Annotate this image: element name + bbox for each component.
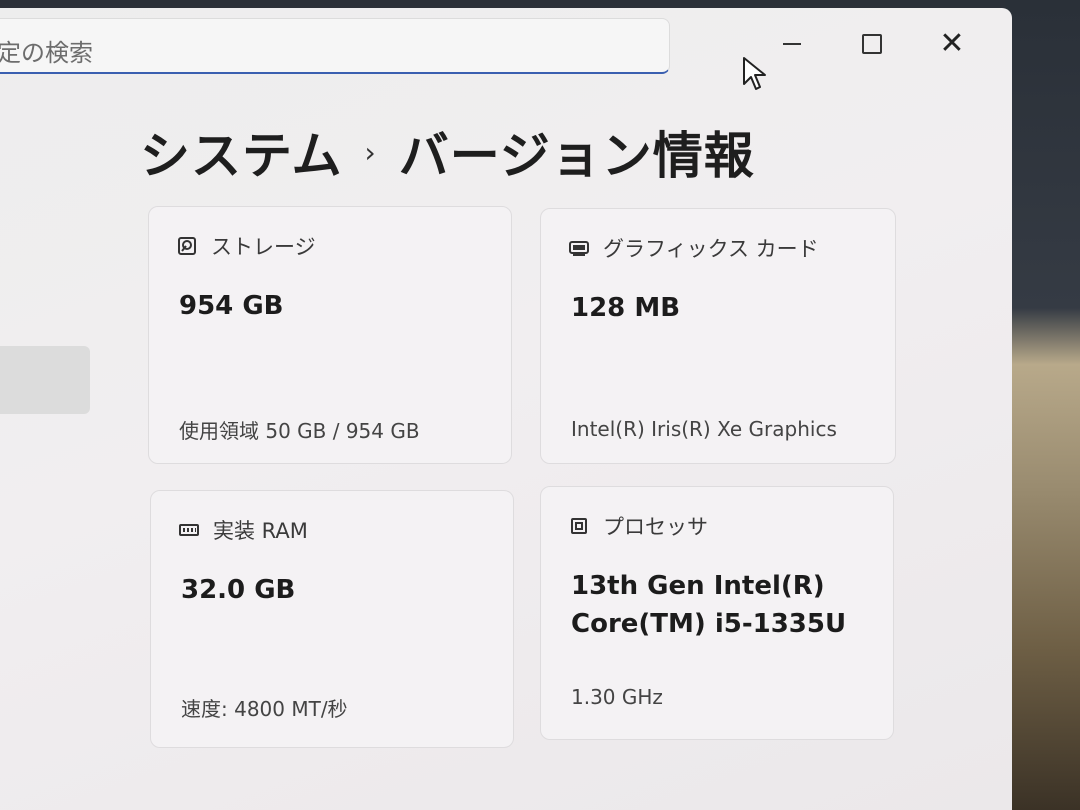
card-detail: 速度: 4800 MT/秒 <box>181 697 348 721</box>
minimize-icon <box>783 43 801 45</box>
search-placeholder: 定の検索 <box>0 39 93 67</box>
search-input[interactable]: 定の検索 <box>0 18 670 74</box>
card-label: プロセッサ <box>603 515 708 539</box>
card-value-line2: Core(TM) i5-1335U <box>571 609 847 639</box>
mouse-cursor-icon <box>743 57 766 90</box>
sidebar-item-selected[interactable] <box>0 346 90 414</box>
window-controls: ✕ <box>752 22 992 66</box>
card-value: 954 GB <box>179 291 284 321</box>
card-detail: 使用領域 50 GB / 954 GB <box>179 419 420 443</box>
card-header: ストレージ <box>177 231 316 261</box>
card-value: 128 MB <box>571 293 681 323</box>
close-button[interactable]: ✕ <box>912 22 992 66</box>
graphics-card[interactable]: グラフィックス カード 128 MB Intel(R) Iris(R) Xe G… <box>540 208 896 464</box>
card-header: グラフィックス カード <box>569 233 819 263</box>
storage-icon <box>178 237 196 255</box>
card-value-line1: 13th Gen Intel(R) <box>571 571 825 601</box>
page-title: バージョン情報 <box>398 127 755 185</box>
ram-icon <box>179 524 199 536</box>
card-detail: 1.30 GHz <box>571 685 663 709</box>
maximize-icon <box>862 34 882 54</box>
storage-card[interactable]: ストレージ 954 GB 使用領域 50 GB / 954 GB <box>148 206 512 464</box>
settings-window: 定の検索 ✕ システム › バージョン情報 ストレージ 954 GB 使用領域 … <box>0 8 1012 810</box>
breadcrumb-parent[interactable]: システム <box>140 116 343 188</box>
card-value: 32.0 GB <box>181 575 296 605</box>
maximize-button[interactable] <box>832 22 912 66</box>
chevron-right-icon: › <box>364 135 377 169</box>
processor-icon <box>571 518 587 534</box>
card-header: 実装 RAM <box>179 515 308 545</box>
card-header: プロセッサ <box>569 511 708 541</box>
breadcrumb: システム › バージョン情報 <box>140 116 755 188</box>
processor-card[interactable]: プロセッサ 13th Gen Intel(R) Core(TM) i5-1335… <box>540 486 894 740</box>
close-icon: ✕ <box>939 26 965 61</box>
card-label: ストレージ <box>211 235 316 259</box>
graphics-card-icon <box>569 241 589 256</box>
card-detail: Intel(R) Iris(R) Xe Graphics <box>571 417 837 441</box>
card-label: 実装 RAM <box>213 519 308 543</box>
desktop-background <box>1005 0 1080 810</box>
ram-card[interactable]: 実装 RAM 32.0 GB 速度: 4800 MT/秒 <box>150 490 514 748</box>
card-label: グラフィックス カード <box>603 237 819 261</box>
